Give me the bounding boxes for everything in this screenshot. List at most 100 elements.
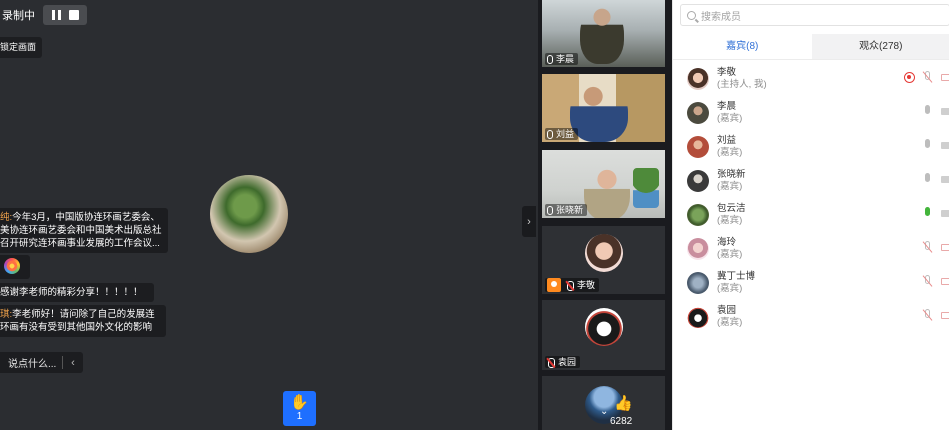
list-item[interactable]: 海玲 (嘉宾) [673, 232, 949, 266]
video-name: 李敬 [577, 280, 596, 290]
member-role: (主持人, 我) [717, 79, 767, 90]
video-name-tag: 袁园 [545, 356, 581, 368]
avatar [687, 306, 709, 328]
mic-icon[interactable] [923, 173, 933, 186]
member-name: 冀丁士博 [717, 271, 756, 282]
member-controls [923, 241, 949, 254]
chat-message [0, 255, 30, 279]
member-controls [923, 309, 949, 322]
member-role: (嘉宾) [717, 147, 743, 158]
stop-recording-button[interactable] [68, 9, 80, 21]
mic-icon[interactable] [923, 105, 933, 118]
member-role: (嘉宾) [717, 249, 743, 260]
tab-guests[interactable]: 嘉宾(8) [673, 34, 812, 59]
avatar [687, 68, 709, 90]
camera-icon[interactable] [941, 176, 949, 183]
participant-video [580, 4, 624, 64]
stop-icon [69, 10, 79, 20]
camera-off-icon[interactable] [941, 244, 949, 251]
video-tile[interactable]: 李敬 [542, 226, 665, 294]
camera-off-icon[interactable] [941, 278, 949, 285]
chat-input-placeholder: 说点什么... [8, 359, 57, 370]
video-column: 李晨 刘益 张晓新 李敬 袁园 ⌄ 👍 6282 [538, 0, 672, 430]
list-item[interactable]: 刘益 (嘉宾) [673, 130, 949, 164]
video-name-tag: 李晨 [545, 53, 579, 65]
member-search-input[interactable]: 搜索成员 [680, 4, 949, 26]
toggle-video-panel-button[interactable]: › [522, 206, 536, 237]
recording-bar: 录制中 [0, 3, 87, 27]
member-role: (嘉宾) [717, 215, 743, 226]
member-tabs: 嘉宾(8) 观众(278) [673, 34, 949, 60]
participant-video [584, 162, 630, 218]
member-name: 李敬 [717, 67, 737, 78]
chat-message: 纯:今年3月，中国版协连环画艺委会、美协连环画艺委会和中国美术出版总社召开研究连… [0, 208, 168, 253]
pause-recording-button[interactable] [50, 9, 62, 21]
mic-muted-icon[interactable] [923, 71, 933, 84]
video-name: 袁园 [558, 357, 577, 367]
member-role: (嘉宾) [717, 283, 743, 294]
video-name: 刘益 [556, 129, 575, 139]
chat-message: 琪:李老师好！请问除了自己的发展连环画有没有受到其他国外文化的影响 [0, 305, 166, 337]
member-name: 李晨 [717, 101, 737, 112]
chat-text: 李老师好！请问除了自己的发展连环画有没有受到其他国外文化的影响 [0, 309, 155, 333]
speaker-avatar [210, 175, 288, 253]
video-name-tag: 张晓新 [545, 204, 588, 216]
camera-off-icon[interactable] [941, 312, 949, 319]
chevron-left-icon[interactable]: ‹ [63, 357, 83, 369]
mic-icon[interactable] [923, 139, 933, 152]
list-item[interactable]: 李晨 (嘉宾) [673, 96, 949, 130]
video-name: 张晓新 [556, 205, 584, 215]
avatar [687, 272, 709, 294]
chevron-down-icon[interactable]: ⌄ [600, 406, 608, 417]
avatar [687, 102, 709, 124]
video-tile[interactable]: ⌄ 👍 6282 [542, 376, 665, 430]
member-controls [923, 139, 949, 152]
chat-text: 今年3月，中国版协连环画艺委会、美协连环画艺委会和中国美术出版总社召开研究连环画… [0, 212, 162, 249]
camera-icon[interactable] [941, 210, 949, 217]
chat-input[interactable]: 说点什么... ‹ [0, 352, 83, 373]
member-controls [923, 207, 949, 220]
member-role: (嘉宾) [717, 181, 743, 192]
avatar [687, 204, 709, 226]
list-item[interactable]: 冀丁士博 (嘉宾) [673, 266, 949, 300]
like-icon[interactable]: 👍 [614, 394, 633, 412]
video-tile[interactable]: 张晓新 [542, 150, 665, 218]
raise-hand-button[interactable]: ✋ 1 [283, 391, 316, 426]
avatar [585, 234, 623, 272]
video-tile[interactable]: 刘益 [542, 74, 665, 142]
member-name: 刘益 [717, 135, 737, 146]
chevron-right-icon: › [527, 215, 531, 228]
list-item[interactable]: 袁园 (嘉宾) [673, 300, 949, 334]
list-item[interactable]: 张晓新 (嘉宾) [673, 164, 949, 198]
mic-muted-icon[interactable] [923, 309, 933, 322]
firework-icon [4, 258, 20, 274]
mic-muted-icon [547, 357, 555, 368]
list-item[interactable]: 包云洁 (嘉宾) [673, 198, 949, 232]
tab-audience[interactable]: 观众(278) [811, 34, 949, 59]
raise-hand-count: 1 [296, 410, 303, 422]
search-icon [687, 10, 696, 20]
chat-text: 感谢李老师的精彩分享！！！！！ [0, 287, 143, 298]
lock-view-button[interactable]: 锁定画面 [0, 37, 43, 58]
camera-off-icon[interactable] [941, 74, 949, 81]
recording-label: 录制中 [2, 10, 35, 22]
member-name: 包云洁 [717, 203, 746, 214]
mic-muted-icon[interactable] [923, 241, 933, 254]
video-tile[interactable]: 袁园 [542, 300, 665, 370]
member-role: (嘉宾) [717, 113, 743, 124]
camera-icon[interactable] [941, 142, 949, 149]
pause-icon [51, 10, 61, 20]
like-count: 6282 [610, 416, 633, 427]
mic-muted-icon[interactable] [923, 275, 933, 288]
member-name: 海玲 [717, 237, 737, 248]
camera-icon[interactable] [941, 108, 949, 115]
video-name-tag: 刘益 [545, 128, 579, 140]
main-stage: 录制中 锁定画面 纯:今年3月，中国版协连环画艺委会、美协连环画艺委会和中国美术… [0, 0, 538, 430]
list-item[interactable]: 李敬 (主持人, 我) [673, 62, 949, 96]
member-controls [904, 71, 949, 84]
mic-active-icon[interactable] [923, 207, 933, 220]
record-icon [904, 72, 915, 83]
host-icon [547, 278, 561, 292]
member-name: 袁园 [717, 305, 737, 316]
video-tile[interactable]: 李晨 [542, 0, 665, 67]
